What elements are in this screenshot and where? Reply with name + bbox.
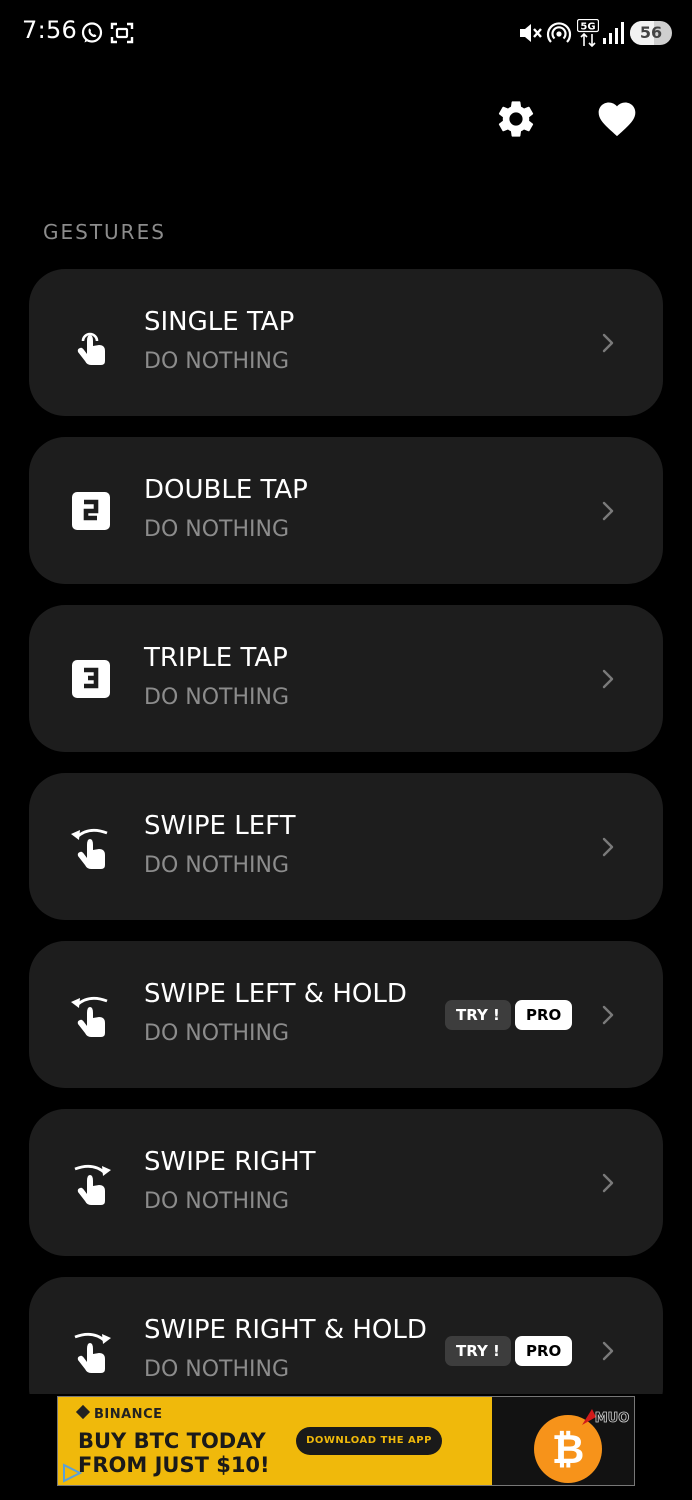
gesture-item-swipe-right[interactable]: SWIPE RIGHT DO NOTHING — [29, 1109, 663, 1256]
ad-brand: BINANCE — [75, 1404, 163, 1422]
gesture-action: DO NOTHING — [144, 349, 289, 374]
gesture-action: DO NOTHING — [144, 685, 289, 710]
gesture-list-viewport[interactable]: SINGLE TAP DO NOTHING DOUBLE TAP DO NOTH… — [0, 266, 692, 1394]
section-label-gestures: GESTURES — [43, 220, 166, 244]
ad-subheadline: FROM JUST $10! — [78, 1453, 270, 1477]
hotspot-icon — [546, 22, 572, 43]
ad-download-button[interactable]: DOWNLOAD THE APP — [296, 1427, 442, 1455]
svg-text:₿: ₿ — [552, 1427, 585, 1473]
try-badge[interactable]: TRY ! — [445, 1000, 511, 1030]
gear-icon[interactable] — [494, 97, 538, 141]
gesture-title: SWIPE LEFT — [144, 811, 296, 841]
svg-text:5G: 5G — [580, 22, 595, 33]
gesture-title: DOUBLE TAP — [144, 475, 308, 505]
ad-brand-label: BINANCE — [94, 1407, 163, 1422]
heart-icon[interactable] — [594, 97, 640, 141]
gesture-action: DO NOTHING — [144, 853, 289, 878]
gesture-list: SINGLE TAP DO NOTHING DOUBLE TAP DO NOTH… — [29, 269, 663, 1394]
gesture-item-single-tap[interactable]: SINGLE TAP DO NOTHING — [29, 269, 663, 416]
whatsapp-icon — [81, 22, 103, 43]
screenshot-icon — [110, 22, 134, 44]
gesture-title: SWIPE RIGHT — [144, 1147, 316, 1177]
gesture-title: SWIPE LEFT & HOLD — [144, 979, 407, 1009]
gesture-title: TRIPLE TAP — [144, 643, 288, 673]
status-time: 7:56 — [22, 16, 78, 44]
chevron-right-icon — [602, 1341, 614, 1361]
gesture-item-triple-tap[interactable]: TRIPLE TAP DO NOTHING — [29, 605, 663, 752]
pro-badge[interactable]: PRO — [515, 1336, 573, 1366]
swipe-left-icon — [71, 828, 108, 869]
mute-icon — [520, 24, 542, 42]
5g-icon: 5G — [577, 19, 599, 47]
gesture-item-swipe-left[interactable]: SWIPE LEFT DO NOTHING — [29, 773, 663, 920]
chevron-right-icon — [602, 669, 614, 689]
ad-headline: BUY BTC TODAY — [78, 1429, 266, 1453]
battery-indicator: 56 — [630, 21, 672, 45]
ad-play-icon — [63, 1463, 83, 1483]
swipe-left-hold-icon — [71, 996, 108, 1037]
number-2-icon — [72, 492, 110, 530]
status-bar: 7:56 5G 56 — [0, 0, 692, 66]
chevron-right-icon — [602, 837, 614, 857]
ad-banner[interactable]: BINANCE BUY BTC TODAY FROM JUST $10! DOW… — [57, 1396, 635, 1486]
muo-watermark-icon: MUO — [582, 1409, 630, 1426]
chevron-right-icon — [602, 501, 614, 521]
svg-text:MUO: MUO — [595, 1411, 630, 1426]
chevron-right-icon — [602, 1005, 614, 1025]
battery-percent: 56 — [639, 23, 663, 42]
swipe-right-hold-icon — [74, 1332, 111, 1373]
gesture-action: DO NOTHING — [144, 1189, 289, 1214]
single-tap-icon — [77, 332, 105, 365]
gesture-title: SINGLE TAP — [144, 307, 295, 337]
gesture-item-double-tap[interactable]: DOUBLE TAP DO NOTHING — [29, 437, 663, 584]
signal-icon — [603, 22, 624, 44]
number-3-icon — [72, 660, 110, 698]
gesture-action: DO NOTHING — [144, 517, 289, 542]
gesture-action: DO NOTHING — [144, 1357, 289, 1382]
chevron-right-icon — [602, 333, 614, 353]
swipe-right-icon — [74, 1164, 111, 1205]
binance-logo-icon — [75, 1404, 91, 1420]
chevron-right-icon — [602, 1173, 614, 1193]
gesture-item-swipe-right-hold[interactable]: SWIPE RIGHT & HOLD DO NOTHING TRY ! PRO — [29, 1277, 663, 1394]
pro-badge[interactable]: PRO — [515, 1000, 573, 1030]
gesture-item-swipe-left-hold[interactable]: SWIPE LEFT & HOLD DO NOTHING TRY ! PRO — [29, 941, 663, 1088]
gesture-action: DO NOTHING — [144, 1021, 289, 1046]
gesture-title: SWIPE RIGHT & HOLD — [144, 1315, 427, 1345]
ad-image: ₿ MUO — [492, 1397, 634, 1485]
try-badge[interactable]: TRY ! — [445, 1336, 511, 1366]
